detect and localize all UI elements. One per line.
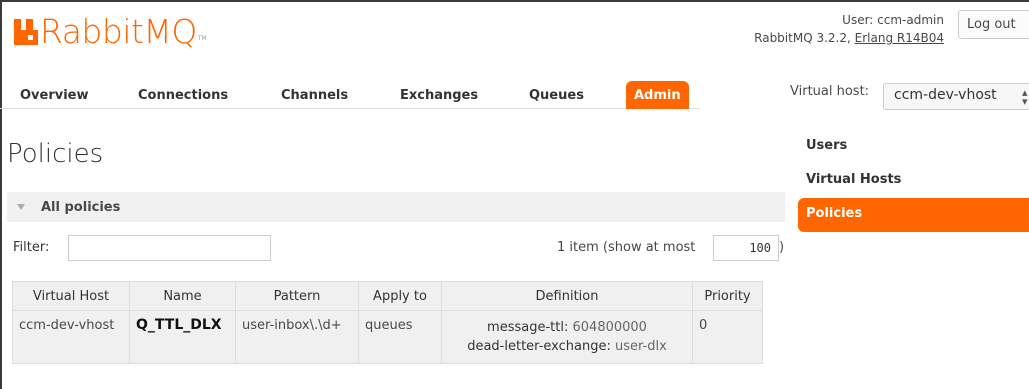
def-value-dlx: user-dlx [614, 339, 667, 354]
tab-channels[interactable]: Channels [281, 81, 348, 109]
vhost-selected-value: ccm-dev-vhost [894, 87, 997, 103]
cell-priority: 0 [692, 310, 763, 364]
user-info: User: ccm-admin RabbitMQ 3.2.2, Erlang R… [754, 11, 944, 47]
tab-admin[interactable]: Admin [626, 81, 689, 109]
side-item-virtual-hosts[interactable]: Virtual Hosts [798, 164, 1029, 198]
col-virtual-host: Virtual Host [12, 281, 130, 311]
col-pattern: Pattern [235, 281, 359, 311]
user-name: ccm-admin [877, 13, 944, 27]
closing-paren: ) [779, 240, 785, 255]
cell-apply-to: queues [358, 310, 442, 364]
def-value-message-ttl: 604800000 [572, 320, 647, 335]
col-priority: Priority [692, 281, 763, 311]
logo-trademark: TM [197, 35, 207, 42]
tab-overview[interactable]: Overview [20, 81, 89, 109]
side-item-policies[interactable]: Policies [798, 198, 1029, 232]
section-title: All policies [41, 200, 121, 215]
vhost-select[interactable]: ccm-dev-vhost ▴ ▾ [883, 83, 1029, 110]
cell-policy-name[interactable]: Q_TTL_DLX [129, 310, 236, 364]
filter-input[interactable] [68, 235, 271, 261]
rabbitmq-logo: RabbitMQ TM [14, 14, 207, 50]
def-key-message-ttl: message-ttl: [487, 320, 569, 335]
table-row[interactable]: ccm-dev-vhost Q_TTL_DLX user-inbox\.\d+ … [12, 310, 763, 364]
logo-text: RabbitMQ [40, 12, 197, 51]
tab-exchanges[interactable]: Exchanges [400, 81, 478, 109]
cell-pattern: user-inbox\.\d+ [235, 310, 359, 364]
table-header-row: Virtual Host Name Pattern Apply to Defin… [12, 281, 763, 311]
col-definition: Definition [441, 281, 693, 311]
filter-label: Filter: [13, 240, 50, 255]
col-apply-to: Apply to [358, 281, 442, 311]
user-label: User: [842, 13, 874, 27]
page-title: Policies [7, 139, 104, 169]
tab-connections[interactable]: Connections [138, 81, 228, 109]
policies-table: Virtual Host Name Pattern Apply to Defin… [12, 281, 763, 364]
logout-button[interactable]: Log out [958, 10, 1029, 39]
all-policies-section-header[interactable]: All policies [7, 192, 785, 222]
item-count-text: 1 item (show at most [557, 240, 696, 255]
admin-side-menu: Users Virtual Hosts Policies [798, 130, 1029, 232]
vhost-label: Virtual host: [790, 84, 870, 99]
version-text: RabbitMQ 3.2.2, [754, 31, 851, 45]
tab-queues[interactable]: Queues [529, 81, 584, 109]
erlang-link[interactable]: Erlang R14B04 [855, 31, 944, 45]
select-arrows-icon: ▴ ▾ [1022, 86, 1028, 108]
collapse-triangle-icon [17, 204, 25, 210]
main-nav: Overview Connections Channels Exchanges … [0, 81, 700, 109]
rabbit-logo-icon [14, 19, 38, 45]
col-name: Name [129, 281, 236, 311]
cell-definition: message-ttl: 604800000 dead-letter-excha… [441, 310, 693, 364]
side-item-users[interactable]: Users [798, 130, 1029, 164]
cell-vhost: ccm-dev-vhost [12, 310, 130, 364]
def-key-dlx: dead-letter-exchange: [467, 339, 611, 354]
max-items-input[interactable]: 100 [713, 235, 779, 261]
